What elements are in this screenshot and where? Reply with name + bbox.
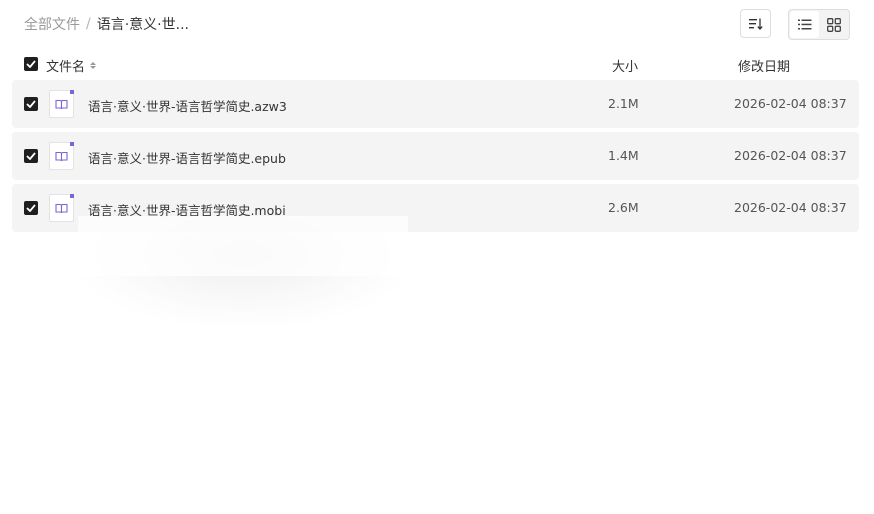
breadcrumb-root-link[interactable]: 全部文件 [24,14,80,34]
row-checkbox[interactable] [24,149,38,163]
view-toggle [788,9,850,40]
name-column-header[interactable]: 文件名 [46,56,97,75]
file-modified-date: 2026-02-04 08:37 [734,96,847,111]
name-column-label: 文件名 [46,60,86,75]
breadcrumb-separator: / [86,16,91,32]
list-view-button[interactable] [790,11,819,38]
check-icon [26,204,36,212]
date-column-header[interactable]: 修改日期 [738,56,790,75]
file-size: 2.6M [608,200,639,215]
row-checkbox[interactable] [24,201,38,215]
table-header: 文件名 大小 修改日期 [12,52,859,76]
file-modified-date: 2026-02-04 08:37 [734,148,847,163]
breadcrumb-current: 语言·意义·世... [96,17,189,33]
table-row[interactable]: 语言·意义·世界-语言哲学简史.azw3 2.1M 2026-02-04 08:… [12,80,859,128]
ebook-icon [49,142,74,170]
list-view-icon [797,19,811,30]
size-column-header[interactable]: 大小 [612,56,638,75]
sort-icon [748,18,763,30]
check-icon [26,100,36,108]
select-all-checkbox[interactable] [24,57,38,71]
ebook-icon [49,90,74,118]
file-size: 2.1M [608,96,639,111]
table-row[interactable]: 语言·意义·世界-语言哲学简史.mobi 2.6M 2026-02-04 08:… [12,184,859,232]
row-checkbox[interactable] [24,97,38,111]
grid-view-icon [826,17,841,32]
breadcrumb: 全部文件 / 语言·意义·世... [24,14,189,34]
file-modified-date: 2026-02-04 08:37 [734,200,847,215]
check-icon [26,60,36,68]
file-name[interactable]: 语言·意义·世界-语言哲学简史.epub [88,148,286,167]
file-list: 语言·意义·世界-语言哲学简史.azw3 2.1M 2026-02-04 08:… [12,80,859,236]
ebook-icon [49,194,74,222]
sort-button[interactable] [740,9,771,38]
file-size: 1.4M [608,148,639,163]
table-row[interactable]: 语言·意义·世界-语言哲学简史.epub 1.4M 2026-02-04 08:… [12,132,859,180]
check-icon [26,152,36,160]
file-name[interactable]: 语言·意义·世界-语言哲学简史.mobi [88,200,286,219]
file-name[interactable]: 语言·意义·世界-语言哲学简史.azw3 [88,96,287,115]
sort-caret-icon [90,62,97,69]
grid-view-button[interactable] [819,11,848,38]
